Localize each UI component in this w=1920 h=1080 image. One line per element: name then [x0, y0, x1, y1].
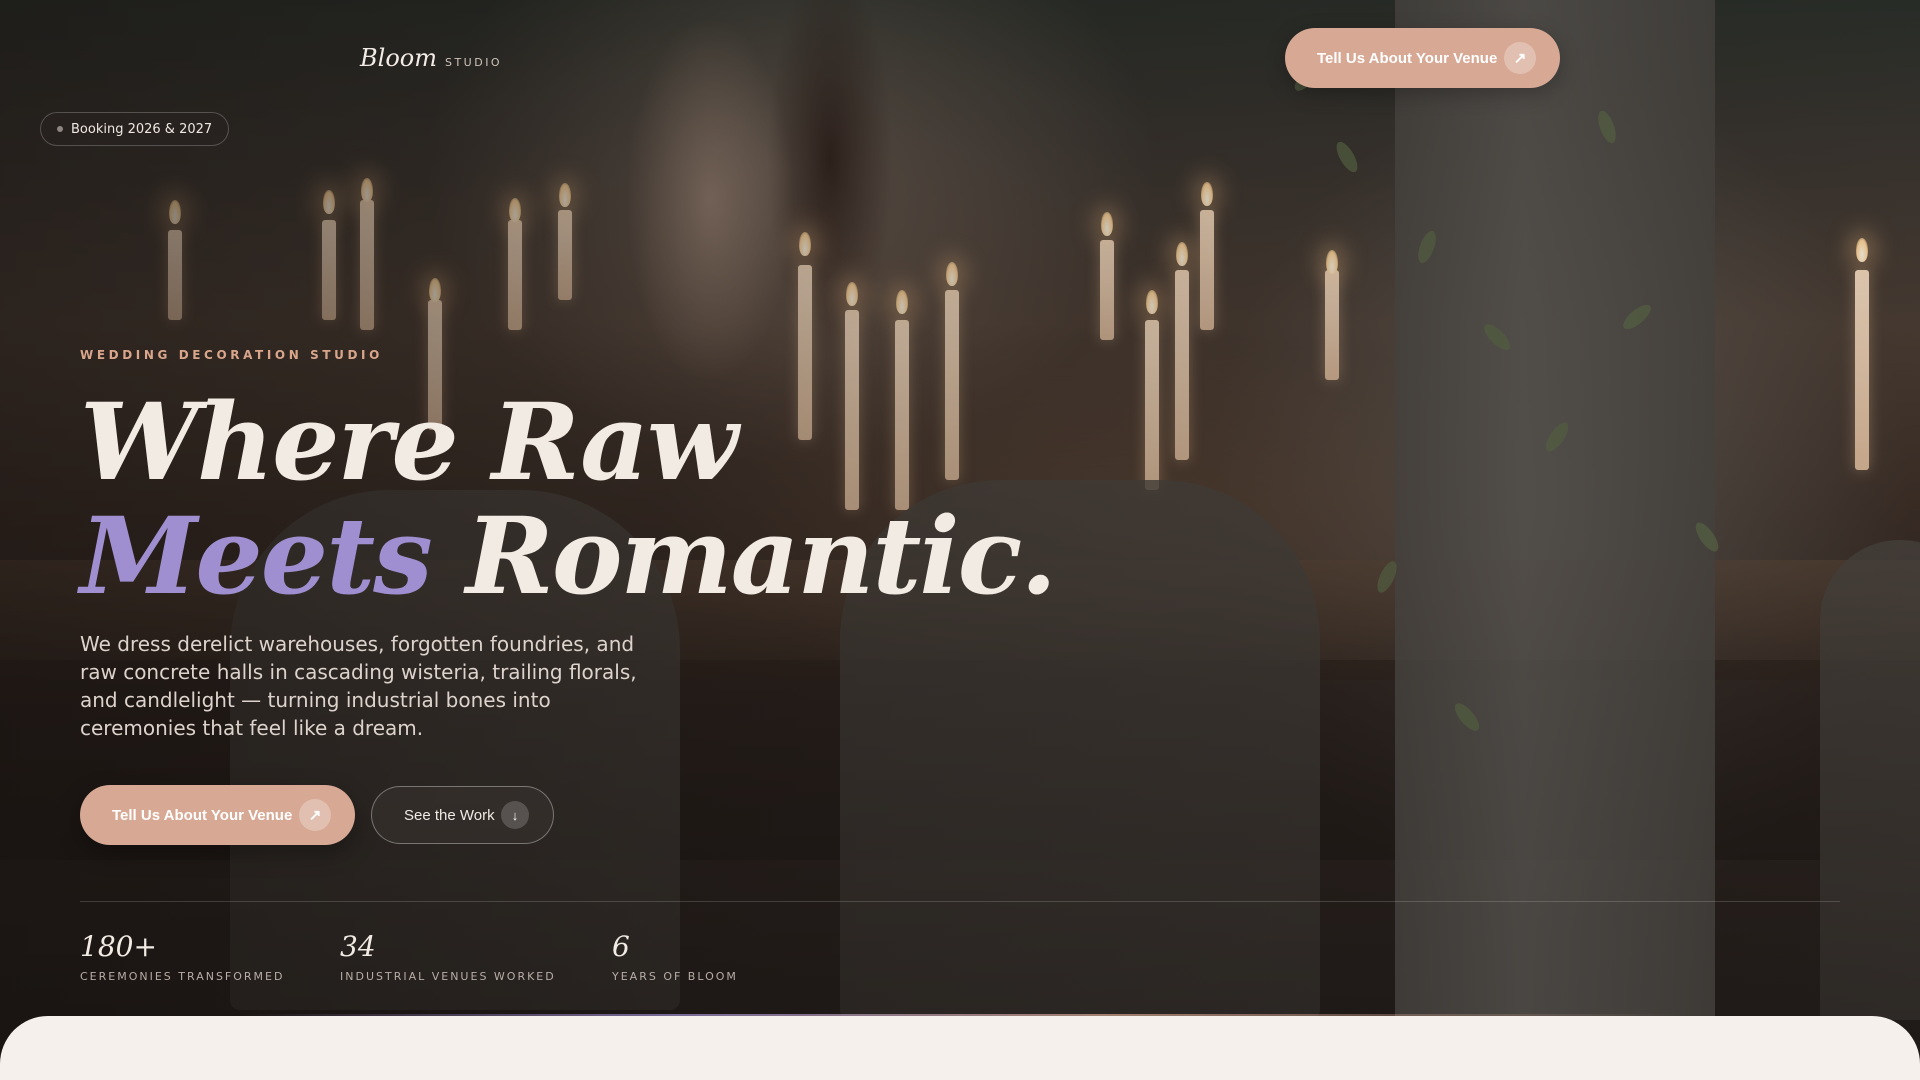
stat-label: INDUSTRIAL VENUES WORKED: [340, 970, 556, 983]
venue-cta-label: Tell Us About Your Venue: [112, 806, 293, 824]
headline-accent: Meets: [80, 493, 433, 618]
venue-cta-button[interactable]: Tell Us About Your Venue ↗: [80, 785, 355, 845]
stat-label: YEARS OF BLOOM: [612, 970, 738, 983]
see-work-button[interactable]: See the Work ↓: [371, 786, 554, 844]
next-section-panel: [0, 1016, 1920, 1080]
stat-label: CEREMONIES TRANSFORMED: [80, 970, 285, 983]
stats-divider: [80, 901, 1840, 902]
stat-value: 180+: [80, 930, 157, 963]
brand-logo[interactable]: Bloom STUDIO: [360, 44, 502, 72]
headline-line-2: Romantic.: [430, 493, 1057, 618]
hero-description: We dress derelict warehouses, forgotten …: [80, 632, 637, 740]
stat-years: 6 YEARS OF BLOOM: [612, 930, 738, 983]
hero-eyebrow: WEDDING DECORATION STUDIO: [80, 348, 383, 362]
brand-tag: STUDIO: [444, 56, 503, 69]
headline-line-1: Where Raw: [80, 379, 738, 504]
stat-value: 34: [340, 930, 376, 963]
status-dot-icon: [57, 126, 63, 132]
stat-ceremonies: 180+ CEREMONIES TRANSFORMED: [80, 930, 284, 983]
nav-venue-button[interactable]: Tell Us About Your Venue ↗: [1285, 28, 1560, 88]
booking-badge: Booking 2026 & 2027: [40, 112, 230, 146]
arrow-up-right-icon: ↗: [1504, 42, 1536, 74]
booking-badge-label: Booking 2026 & 2027: [71, 121, 213, 137]
arrow-up-right-icon: ↗: [299, 799, 331, 831]
see-work-label: See the Work: [404, 806, 495, 824]
hero-headline: Where Raw Meets Romantic.: [80, 385, 1057, 613]
arrow-down-icon: ↓: [501, 801, 529, 829]
brand-name: Bloom: [360, 44, 437, 72]
nav-venue-button-label: Tell Us About Your Venue: [1317, 49, 1498, 67]
stat-value: 6: [612, 930, 630, 963]
hero-section: Bloom STUDIO Tell Us About Your Venue ↗ …: [0, 0, 1920, 1080]
stat-venues: 34 INDUSTRIAL VENUES WORKED: [340, 930, 556, 983]
